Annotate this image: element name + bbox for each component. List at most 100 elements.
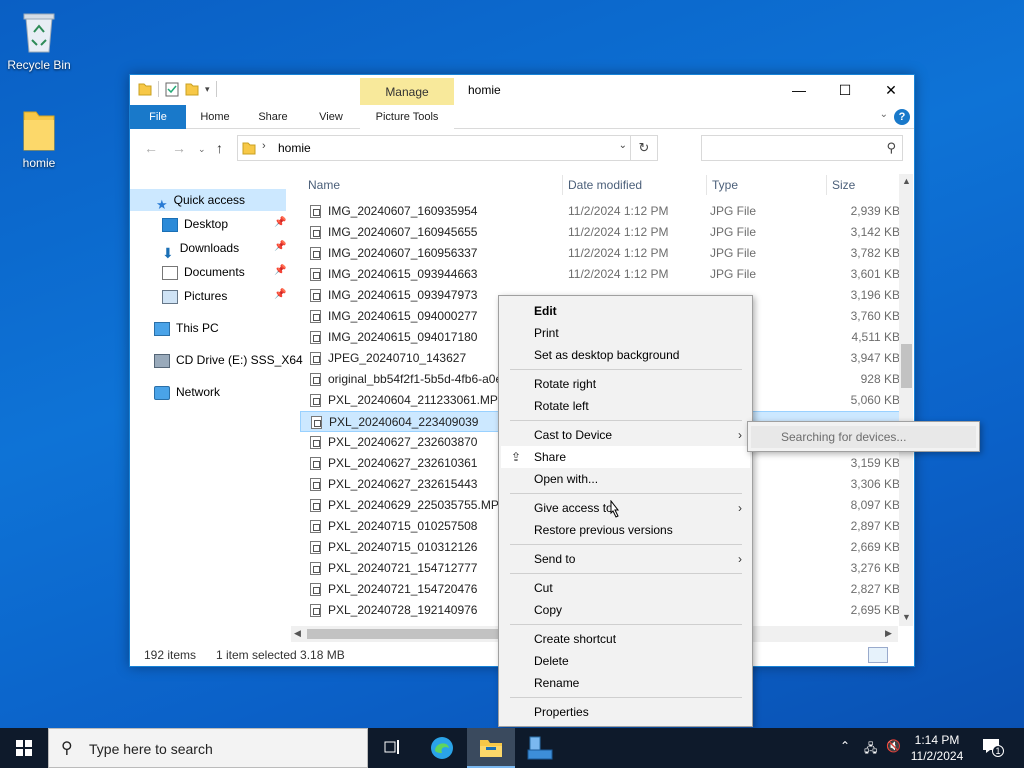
image-file-icon: [310, 562, 321, 575]
pin-icon[interactable]: 📌: [274, 265, 286, 276]
menu-item-restore-previous-versions[interactable]: Restore previous versions: [501, 519, 750, 541]
volume-muted-icon[interactable]: 🔇: [886, 739, 901, 753]
menu-item-rotate-right[interactable]: Rotate right: [501, 373, 750, 395]
table-row[interactable]: IMG_20240607_160935954 11/2/2024 1:12 PM J…: [300, 201, 900, 222]
server-manager-taskbar-button[interactable]: [516, 728, 564, 768]
tab-home[interactable]: Home: [190, 105, 240, 129]
file-name: PXL_20240715_010312126: [328, 540, 478, 554]
table-row[interactable]: IMG_20240607_160956337 11/2/2024 1:12 PM J…: [300, 243, 900, 264]
file-size: 3,196 KB: [850, 288, 900, 302]
forward-arrow-icon[interactable]: →: [172, 140, 186, 156]
tab-share[interactable]: Share: [248, 105, 298, 129]
show-hidden-icons-icon[interactable]: ⌃: [840, 739, 850, 753]
breadcrumb[interactable]: homie: [278, 141, 311, 155]
table-row[interactable]: IMG_20240607_160945655 11/2/2024 1:12 PM J…: [300, 222, 900, 243]
edge-taskbar-button[interactable]: [418, 728, 466, 768]
sidebar-item-cd-drive[interactable]: CD Drive (E:) SSS_X64: [154, 349, 303, 371]
clock[interactable]: 1:14 PM 11/2/2024: [905, 732, 969, 764]
tab-view[interactable]: View: [306, 105, 356, 129]
menu-item-label: Restore previous versions: [534, 523, 673, 537]
task-view-button[interactable]: [368, 728, 416, 768]
taskbar: ⚲ Type here to search ⌃ 🖧 🔇 1:14 PM 11/2…: [0, 728, 1024, 768]
search-input[interactable]: ⚲: [701, 135, 903, 161]
maximize-button[interactable]: ☐: [822, 75, 868, 105]
pin-icon[interactable]: 📌: [274, 241, 286, 252]
menu-item-cut[interactable]: Cut: [501, 577, 750, 599]
details-view-button[interactable]: [868, 647, 888, 663]
vertical-scroll-thumb[interactable]: [901, 344, 912, 388]
menu-item-print[interactable]: Print: [501, 322, 750, 344]
menu-item-label: Rotate left: [534, 399, 589, 413]
new-folder-icon[interactable]: [185, 81, 199, 97]
search-icon: ⚲: [61, 740, 73, 757]
chevron-down-icon[interactable]: ⌄: [880, 109, 888, 120]
table-row-partial[interactable]: [300, 173, 900, 181]
refresh-icon[interactable]: ↻: [630, 136, 657, 160]
file-size: 2,827 KB: [850, 582, 900, 596]
scroll-left-icon[interactable]: ◀: [294, 628, 301, 639]
horizontal-scroll-thumb[interactable]: [307, 629, 502, 639]
menu-item-share[interactable]: ⇪ Share: [501, 446, 750, 468]
taskbar-search-placeholder: Type here to search: [89, 741, 213, 757]
table-row[interactable]: IMG_20240615_093944663 11/2/2024 1:12 PM J…: [300, 264, 900, 285]
menu-item-cast-to-device[interactable]: Cast to Device ›: [501, 424, 750, 446]
start-button[interactable]: [0, 728, 48, 768]
chevron-right-icon: ›: [738, 552, 742, 566]
help-icon[interactable]: ?: [894, 109, 910, 125]
scroll-up-icon[interactable]: ▲: [902, 176, 911, 186]
search-icon[interactable]: ⚲: [886, 140, 896, 156]
menu-item-delete[interactable]: Delete: [501, 650, 750, 672]
sidebar-item-desktop[interactable]: Desktop: [162, 213, 228, 235]
vertical-scrollbar[interactable]: ▲ ▼: [899, 174, 913, 626]
pictures-icon: [162, 289, 178, 304]
tab-file[interactable]: File: [130, 105, 186, 129]
close-button[interactable]: ✕: [868, 75, 914, 105]
sidebar-item-network[interactable]: Network: [154, 381, 220, 403]
menu-item-properties[interactable]: Properties: [501, 701, 750, 723]
image-file-icon: [310, 520, 321, 533]
properties-icon[interactable]: [165, 81, 179, 97]
server-manager-icon: [527, 736, 553, 760]
menu-item-create-shortcut[interactable]: Create shortcut: [501, 628, 750, 650]
back-arrow-icon[interactable]: ←: [144, 140, 158, 156]
notification-center-button[interactable]: 1: [982, 738, 1004, 758]
folder-icon: [138, 83, 152, 96]
address-dropdown-icon[interactable]: ⌄: [619, 140, 627, 151]
image-file-icon: [310, 289, 321, 302]
tab-manage[interactable]: Manage: [360, 78, 454, 106]
menu-item-set-as-desktop-background[interactable]: Set as desktop background: [501, 344, 750, 366]
network-status-icon[interactable]: 🖧: [864, 739, 877, 760]
minimize-button[interactable]: —: [776, 75, 822, 105]
sidebar-item-downloads[interactable]: ⬇ Downloads: [162, 237, 239, 261]
image-file-icon: [310, 604, 321, 617]
sidebar-item-this-pc[interactable]: This PC: [154, 317, 219, 339]
sidebar-item-quick-access[interactable]: ★ Quick access: [130, 189, 286, 212]
menu-item-edit[interactable]: Edit: [501, 300, 750, 322]
address-bar[interactable]: › homie ⌄ ↻: [237, 135, 658, 161]
customize-qat-icon[interactable]: ▾: [205, 84, 210, 95]
sidebar-item-documents[interactable]: Documents: [162, 261, 245, 283]
large-icons-view-button[interactable]: [890, 647, 910, 663]
scroll-right-icon[interactable]: ▶: [885, 628, 892, 639]
tab-picture-tools[interactable]: Picture Tools: [360, 105, 454, 129]
taskbar-search-input[interactable]: ⚲ Type here to search: [48, 728, 368, 768]
desktop-icon-recycle-bin[interactable]: Recycle Bin: [1, 8, 77, 72]
menu-item-label: Share: [534, 450, 567, 464]
menu-item-copy[interactable]: Copy: [501, 599, 750, 621]
image-file-icon: [310, 268, 321, 281]
menu-item-open-with[interactable]: Open with...: [501, 468, 750, 490]
menu-item-send-to[interactable]: Send to ›: [501, 548, 750, 570]
menu-separator: [510, 420, 742, 421]
file-explorer-taskbar-button[interactable]: [467, 728, 515, 768]
desktop-icon-homie[interactable]: homie: [1, 108, 77, 170]
recent-locations-icon[interactable]: ⌄: [198, 144, 206, 155]
up-arrow-icon[interactable]: ↑: [216, 140, 223, 156]
sidebar-item-pictures[interactable]: Pictures: [162, 285, 227, 307]
pin-icon[interactable]: 📌: [274, 217, 286, 228]
chevron-right-icon: ›: [738, 428, 742, 442]
pin-icon[interactable]: 📌: [274, 289, 286, 300]
menu-item-rotate-left[interactable]: Rotate left: [501, 395, 750, 417]
scroll-down-icon[interactable]: ▼: [902, 612, 911, 622]
menu-item-rename[interactable]: Rename: [501, 672, 750, 694]
menu-item-give-access-to[interactable]: Give access to ›: [501, 497, 750, 519]
